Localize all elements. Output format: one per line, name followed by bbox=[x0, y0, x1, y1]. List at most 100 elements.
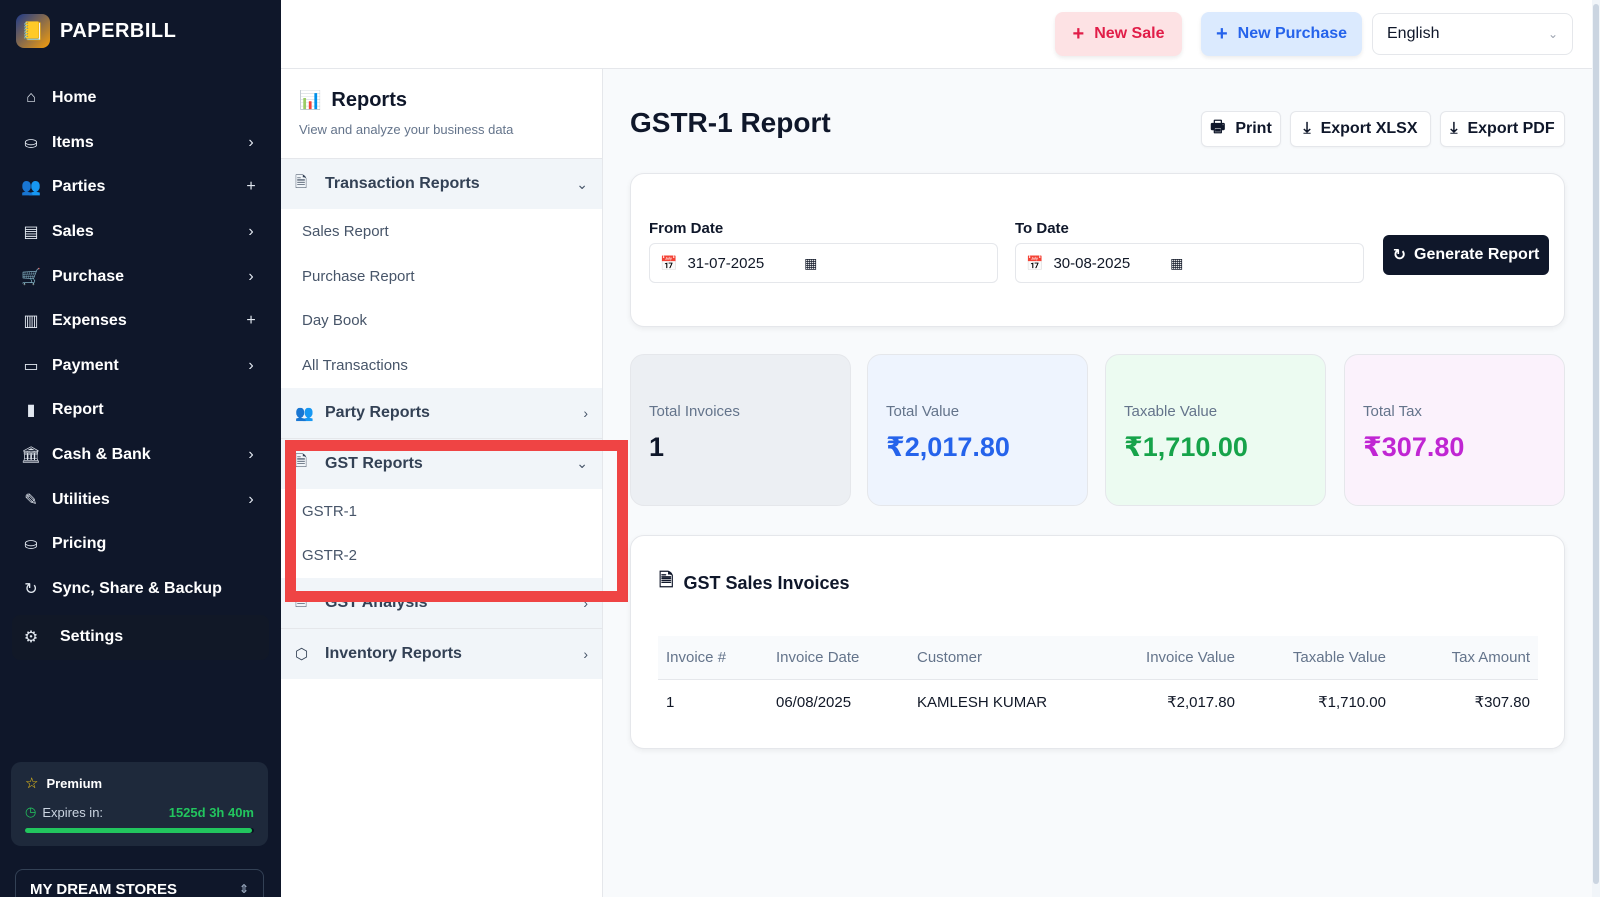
expires-label: Expires in: bbox=[42, 804, 104, 820]
inventory-reports-group[interactable]: ⬡ Inventory Reports › bbox=[281, 629, 602, 680]
sidebar: 📒 PAPERBILL ⌂ Home ⛀ Items › 👥 Parties + ▤ Sales ›… bbox=[0, 0, 281, 897]
sidebar-item-utilities[interactable]: ✎ Utilities › bbox=[0, 477, 281, 522]
top-bar: + New Sale + New Purchase English ⌄ bbox=[281, 0, 1592, 69]
brand[interactable]: 📒 PAPERBILL bbox=[16, 14, 176, 48]
new-purchase-label: New Purchase bbox=[1237, 25, 1348, 42]
report-icon: ▮ bbox=[26, 402, 36, 420]
sidebar-item-cash-bank[interactable]: 🏛 Cash & Bank › bbox=[0, 433, 281, 478]
scrollbar-thumb[interactable] bbox=[1593, 4, 1599, 884]
column-header[interactable]: Customer bbox=[909, 649, 1109, 666]
generate-report-button[interactable]: ↻ Generate Report bbox=[1383, 235, 1549, 275]
transaction-reports-list: Sales Report Purchase Report Day Book Al… bbox=[281, 209, 602, 388]
plus-icon[interactable]: + bbox=[241, 178, 261, 196]
from-date-input[interactable]: 📅 31-07-2025 ▦ bbox=[649, 243, 998, 283]
column-header[interactable]: Invoice Value bbox=[1109, 649, 1243, 666]
date-filter-card: From Date 📅 31-07-2025 ▦ To Date 📅 30-08… bbox=[630, 173, 1565, 327]
new-purchase-button[interactable]: + New Purchase bbox=[1201, 12, 1362, 56]
reports-panel: 📊 Reports View and analyze your business… bbox=[281, 69, 603, 897]
to-date-input[interactable]: 📅 30-08-2025 ▦ bbox=[1015, 243, 1364, 283]
report-item-sales[interactable]: Sales Report bbox=[281, 209, 602, 254]
sidebar-item-label: Payment bbox=[52, 356, 119, 374]
cell-tax-amount: ₹307.80 bbox=[1474, 694, 1530, 711]
reports-title: Reports bbox=[331, 89, 407, 111]
transaction-reports-group[interactable]: 🗎 Transaction Reports ⌄ bbox=[281, 159, 602, 209]
stat-label: Taxable Value bbox=[1124, 403, 1218, 420]
sidebar-item-home[interactable]: ⌂ Home bbox=[0, 76, 281, 121]
items-icon: ⛀ bbox=[24, 134, 38, 152]
cell-customer: KAMLESH KUMAR bbox=[917, 693, 1048, 711]
stat-total-tax: Total Tax ₹307.80 bbox=[1344, 354, 1565, 506]
new-sale-label: New Sale bbox=[1094, 25, 1165, 42]
gst-invoices-table: Invoice # Invoice Date Customer Invoice … bbox=[658, 636, 1538, 724]
sidebar-item-sync[interactable]: ↻ Sync, Share & Backup bbox=[0, 567, 281, 612]
purchase-icon: 🛒 bbox=[21, 268, 41, 286]
stat-total-value: Total Value ₹2,017.80 bbox=[867, 354, 1088, 506]
store-switcher[interactable]: MY DREAM STORES ⇕ bbox=[15, 869, 264, 897]
sidebar-item-label: Purchase bbox=[52, 267, 125, 285]
sidebar-item-payment[interactable]: ▭ Payment › bbox=[0, 344, 281, 389]
chevron-right-icon[interactable]: › bbox=[241, 357, 261, 375]
stat-value: 1 bbox=[649, 432, 665, 462]
chevron-right-icon[interactable]: › bbox=[241, 134, 261, 152]
export-xlsx-label: Export XLSX bbox=[1320, 120, 1418, 137]
table-row[interactable]: 1 06/08/2025 KAMLESH KUMAR ₹2,017.80 ₹1,… bbox=[658, 680, 1538, 724]
chevron-right-icon[interactable]: › bbox=[241, 268, 261, 286]
stat-label: Total Invoices bbox=[649, 403, 740, 420]
export-pdf-label: Export PDF bbox=[1467, 120, 1555, 137]
plus-icon[interactable]: + bbox=[241, 312, 261, 330]
sidebar-item-settings[interactable]: ⚙ Settings bbox=[12, 615, 269, 660]
sidebar-item-sales[interactable]: ▤ Sales › bbox=[0, 210, 281, 255]
cell-invoice-value: ₹2,017.80 bbox=[1167, 694, 1235, 711]
chevron-right-icon[interactable]: › bbox=[241, 491, 261, 509]
language-select[interactable]: English ⌄ bbox=[1372, 13, 1573, 55]
stat-total-invoices: Total Invoices 1 bbox=[630, 354, 851, 506]
generate-report-label: Generate Report bbox=[1414, 246, 1540, 263]
column-header[interactable]: Invoice # bbox=[658, 649, 768, 666]
sidebar-item-items[interactable]: ⛀ Items › bbox=[0, 121, 281, 166]
gear-icon: ⚙ bbox=[23, 629, 39, 647]
report-item-purchase[interactable]: Purchase Report bbox=[281, 254, 602, 299]
print-button[interactable]: 🖶 Print bbox=[1201, 111, 1281, 147]
download-icon: ⤓ bbox=[1303, 120, 1311, 137]
from-date-value: 31-07-2025 bbox=[687, 254, 765, 272]
gst-analysis-label: GST Analysis bbox=[325, 594, 428, 612]
store-name: MY DREAM STORES bbox=[30, 880, 177, 897]
gst-analysis-group[interactable]: 🗎 GST Analysis › bbox=[281, 578, 602, 629]
sidebar-item-label: Items bbox=[52, 133, 94, 151]
report-item-gstr1[interactable]: GSTR-1 bbox=[281, 489, 602, 534]
sidebar-item-report[interactable]: ▮ Report bbox=[0, 388, 281, 433]
sidebar-item-purchase[interactable]: 🛒 Purchase › bbox=[0, 254, 281, 299]
sidebar-item-expenses[interactable]: ▥ Expenses + bbox=[0, 299, 281, 344]
document-icon: 🗎 bbox=[295, 592, 308, 610]
column-header[interactable]: Invoice Date bbox=[768, 649, 909, 666]
sidebar-item-parties[interactable]: 👥 Parties + bbox=[0, 165, 281, 210]
new-sale-button[interactable]: + New Sale bbox=[1055, 12, 1182, 56]
party-reports-group[interactable]: 👥 Party Reports › bbox=[281, 387, 602, 438]
document-icon: 🗎 bbox=[295, 173, 308, 191]
chevron-right-icon[interactable]: › bbox=[241, 223, 261, 241]
chevron-right-icon[interactable]: › bbox=[241, 446, 261, 464]
sidebar-item-label: Pricing bbox=[52, 535, 107, 553]
document-icon: 🗎 bbox=[659, 570, 674, 590]
date-picker-icon[interactable]: ▦ bbox=[1170, 255, 1183, 272]
export-pdf-button[interactable]: ⤓ Export PDF bbox=[1440, 111, 1565, 147]
report-item-gstr2[interactable]: GSTR-2 bbox=[281, 533, 602, 578]
sidebar-nav: ⌂ Home ⛀ Items › 👥 Parties + ▤ Sales › 🛒 Purchase › ▥ E… bbox=[0, 76, 281, 660]
page-scrollbar[interactable] bbox=[1592, 0, 1600, 897]
report-item-all-transactions[interactable]: All Transactions bbox=[281, 343, 602, 388]
report-item-day-book[interactable]: Day Book bbox=[281, 298, 602, 343]
column-header[interactable]: Tax Amount bbox=[1394, 649, 1538, 666]
brand-logo-icon: 📒 bbox=[16, 14, 50, 48]
cell-invoice-number: 1 bbox=[666, 693, 675, 711]
gst-reports-group[interactable]: 🗎 GST Reports ⌄ bbox=[281, 438, 602, 489]
users-icon: 👥 bbox=[295, 404, 314, 422]
bar-chart-icon: 📊 bbox=[299, 90, 322, 110]
sidebar-item-pricing[interactable]: ⛀ Pricing bbox=[0, 522, 281, 567]
to-date-label: To Date bbox=[1015, 220, 1069, 237]
export-xlsx-button[interactable]: ⤓ Export XLSX bbox=[1290, 111, 1431, 147]
pricing-icon: ⛀ bbox=[24, 536, 38, 554]
date-picker-icon[interactable]: ▦ bbox=[804, 255, 817, 272]
expiry-progress-bar bbox=[25, 828, 254, 833]
gst-reports-list: GSTR-1 GSTR-2 bbox=[281, 489, 602, 578]
column-header[interactable]: Taxable Value bbox=[1243, 649, 1394, 666]
